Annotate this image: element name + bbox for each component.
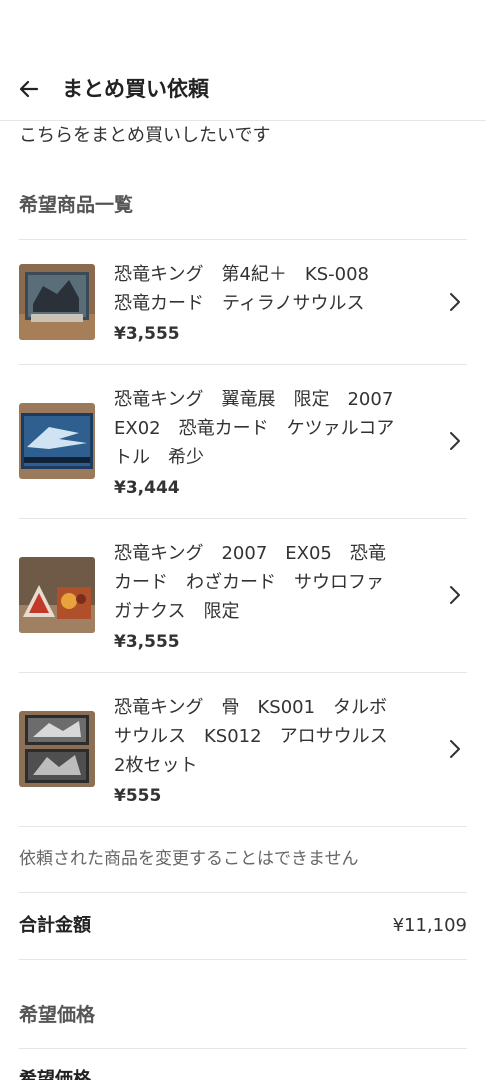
item-price: ¥555: [114, 786, 162, 806]
item-name-line: EX02 恐竜カード ケツァルコア: [114, 418, 395, 439]
item-name-line: 恐竜キング 第4紀＋ KS-008: [114, 264, 369, 285]
item-name-line: 恐竜カード ティラノサウルス: [114, 293, 365, 314]
total-value: ¥11,109: [392, 915, 467, 936]
item-thumbnail: [19, 557, 95, 633]
chevron-right-icon: [450, 432, 460, 450]
total-label: 合計金額: [19, 915, 91, 936]
chevron-right-icon: [450, 586, 460, 604]
divider: [19, 959, 467, 960]
item-price: ¥3,444: [114, 478, 180, 498]
item-name-line: 恐竜キング 骨 KS001 タルボ: [114, 697, 388, 718]
divider: [19, 1048, 467, 1049]
divider: [19, 892, 467, 893]
item-price: ¥3,555: [114, 324, 180, 344]
page-title: まとめ買い依頼: [62, 77, 209, 101]
app-bar: まとめ買い依頼: [0, 0, 486, 121]
item-name-line: カード わざカード サウロファ: [114, 572, 384, 593]
arrow-left-icon: [19, 80, 39, 98]
section-title-items: 希望商品一覧: [19, 194, 134, 216]
item-thumbnail: [19, 711, 95, 787]
list-item[interactable]: 恐竜キング 翼竜展 限定 2007 EX02 恐竜カード ケツァルコア トル 希…: [0, 365, 486, 518]
item-thumbnail: [19, 403, 95, 479]
item-name-line: サウルス KS012 アロサウルス: [114, 726, 388, 747]
item-name-line: トル 希少: [114, 447, 204, 468]
back-button[interactable]: [12, 72, 46, 106]
item-name-line: 恐竜キング 2007 EX05 恐竜: [114, 543, 386, 564]
list-item[interactable]: 恐竜キング 第4紀＋ KS-008 恐竜カード ティラノサウルス ¥3,555: [0, 240, 486, 364]
section-title-desired-price: 希望価格: [19, 1004, 96, 1026]
divider: [19, 826, 467, 827]
request-message: こちらをまとめ買いしたいです: [19, 125, 271, 146]
chevron-right-icon: [450, 740, 460, 758]
item-name-line: 2枚セット: [114, 755, 198, 776]
item-thumbnail: [19, 264, 95, 340]
item-name: 恐竜キング 2007 EX05 恐竜 カード わざカード サウロファ ガナクス …: [114, 539, 434, 626]
bulk-purchase-request-screen: まとめ買い依頼 こちらをまとめ買いしたいです 希望商品一覧 恐竜キング 第4紀＋…: [0, 0, 486, 1080]
change-not-allowed-note: 依頼された商品を変更することはできません: [19, 849, 359, 869]
item-name-line: 恐竜キング 翼竜展 限定 2007: [114, 389, 394, 410]
item-name-line: ガナクス 限定: [114, 601, 240, 622]
item-name: 恐竜キング 翼竜展 限定 2007 EX02 恐竜カード ケツァルコア トル 希…: [114, 385, 434, 472]
item-price: ¥3,555: [114, 632, 180, 652]
list-item[interactable]: 恐竜キング 骨 KS001 タルボ サウルス KS012 アロサウルス 2枚セッ…: [0, 673, 486, 826]
item-name: 恐竜キング 骨 KS001 タルボ サウルス KS012 アロサウルス 2枚セッ…: [114, 693, 434, 780]
item-name: 恐竜キング 第4紀＋ KS-008 恐竜カード ティラノサウルス: [114, 260, 434, 318]
desired-price-label: 希望価格: [19, 1069, 91, 1080]
chevron-right-icon: [450, 293, 460, 311]
list-item[interactable]: 恐竜キング 2007 EX05 恐竜 カード わざカード サウロファ ガナクス …: [0, 519, 486, 672]
